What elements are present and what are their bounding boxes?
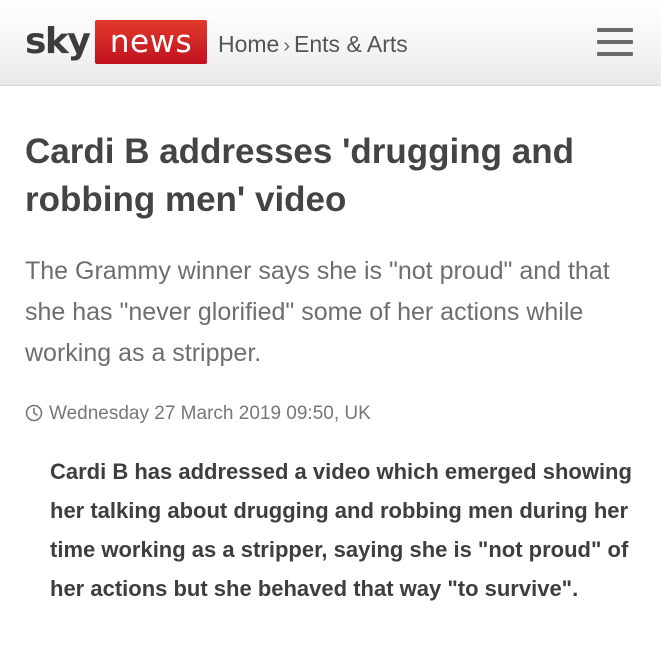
article-lead-paragraph: Cardi B has addressed a video which emer…	[50, 459, 632, 601]
hamburger-menu-icon[interactable]	[597, 28, 633, 56]
news-logo[interactable]: news	[95, 20, 207, 64]
breadcrumb-separator: ›	[283, 35, 291, 57]
menu-bar	[597, 28, 633, 32]
timestamp-text: Wednesday 27 March 2019 09:50, UK	[49, 403, 371, 424]
clock-icon	[25, 404, 43, 422]
breadcrumb: Home › Ents & Arts	[218, 31, 408, 59]
article-timestamp: Wednesday 27 March 2019 09:50, UK	[25, 401, 371, 427]
site-header: sky news Home › Ents & Arts	[0, 0, 661, 86]
article-standfirst: The Grammy winner says she is "not proud…	[25, 257, 610, 367]
sky-logo[interactable]: sky	[25, 22, 91, 62]
article-headline: Cardi B addresses 'drugging and robbing …	[25, 132, 574, 219]
breadcrumb-section-link[interactable]: Ents & Arts	[294, 31, 408, 57]
menu-bar	[597, 40, 633, 44]
menu-bar	[597, 52, 633, 56]
breadcrumb-home-link[interactable]: Home	[218, 31, 279, 57]
